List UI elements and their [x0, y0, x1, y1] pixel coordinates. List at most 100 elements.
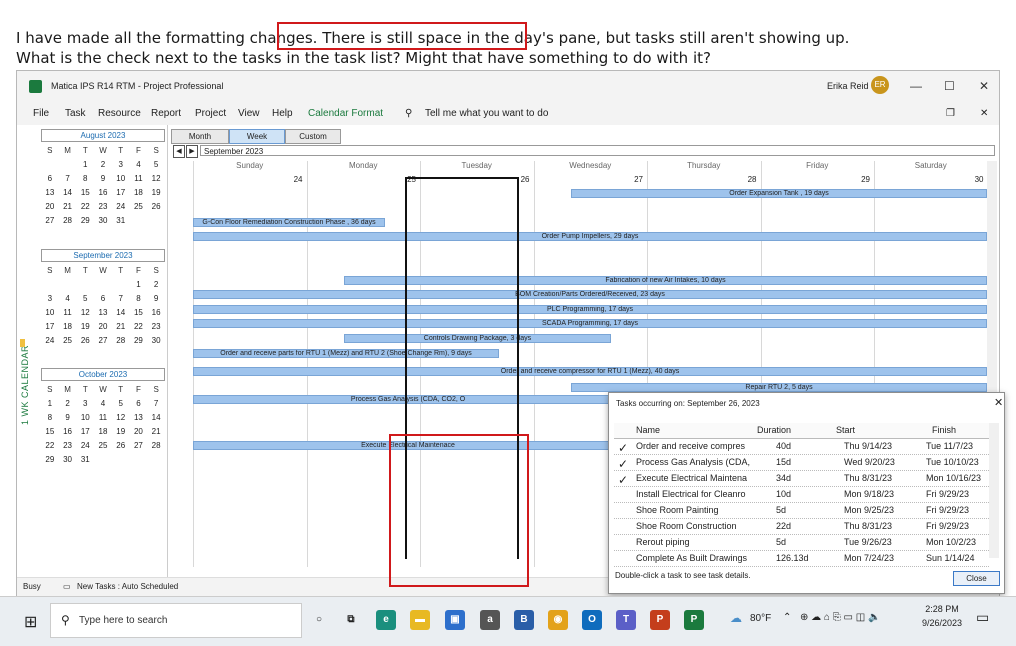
- calendar-day[interactable]: 23: [147, 321, 165, 332]
- calendar-day[interactable]: 10: [112, 173, 130, 184]
- close-button[interactable]: Close: [953, 571, 1000, 586]
- day-number[interactable]: 27: [534, 175, 643, 184]
- teams-icon[interactable]: T: [616, 610, 636, 630]
- calendar-day[interactable]: 18: [94, 426, 112, 437]
- menu-help[interactable]: Help: [272, 108, 293, 119]
- calendar-day[interactable]: 26: [112, 440, 130, 451]
- calendar-day[interactable]: 28: [59, 215, 77, 226]
- calendar-day[interactable]: 15: [76, 187, 94, 198]
- calendar-day[interactable]: 12: [76, 307, 94, 318]
- calendar-day[interactable]: 6: [94, 293, 112, 304]
- header-duration[interactable]: Duration: [757, 425, 791, 435]
- calendar-day[interactable]: 26: [76, 335, 94, 346]
- menu-resource[interactable]: Resource: [98, 108, 141, 119]
- calendar-day[interactable]: 13: [130, 412, 148, 423]
- calendar-day[interactable]: 8: [41, 412, 59, 423]
- avatar[interactable]: ER: [871, 76, 889, 94]
- calendar-day[interactable]: 12: [147, 173, 165, 184]
- table-row[interactable]: Install Electrical for Cleanro 10d Mon 9/1…: [614, 487, 989, 503]
- header-start[interactable]: Start: [836, 425, 855, 435]
- calendar-day[interactable]: 4: [130, 159, 148, 170]
- calendar-day[interactable]: 6: [130, 398, 148, 409]
- calendar-day[interactable]: 6: [41, 173, 59, 184]
- table-row[interactable]: ✓ Execute Electrical Maintena 34d Thu 8/31/…: [614, 471, 989, 487]
- calendar-day[interactable]: 24: [76, 440, 94, 451]
- calendar-day[interactable]: 10: [41, 307, 59, 318]
- maximize-icon[interactable]: ☐: [944, 79, 955, 93]
- calendar-day[interactable]: 17: [41, 321, 59, 332]
- calendar-day[interactable]: 2: [59, 398, 77, 409]
- calendar-day[interactable]: 14: [59, 187, 77, 198]
- task-view-icon[interactable]: ⧉: [341, 610, 361, 630]
- project-taskbar-icon[interactable]: P: [684, 610, 704, 630]
- restore-ribbon-icon[interactable]: ❐: [946, 108, 955, 119]
- calendar-day[interactable]: 30: [94, 215, 112, 226]
- table-row[interactable]: Complete As Built Drawings 126.13d Mon 7/2…: [614, 551, 989, 567]
- calendar-day[interactable]: 13: [94, 307, 112, 318]
- outlook-icon[interactable]: O: [582, 610, 602, 630]
- calendar-day[interactable]: 25: [59, 335, 77, 346]
- calendar-day[interactable]: 5: [112, 398, 130, 409]
- task-bar[interactable]: Order Pump Impellers, 29 days: [193, 232, 987, 241]
- calendar-day[interactable]: 11: [94, 412, 112, 423]
- calendar-day[interactable]: 4: [94, 398, 112, 409]
- calendar-day[interactable]: 24: [41, 335, 59, 346]
- calendar-day[interactable]: 21: [112, 321, 130, 332]
- amazon-icon[interactable]: a: [480, 610, 500, 630]
- menu-report[interactable]: Report: [151, 108, 181, 119]
- calendar-day[interactable]: 16: [94, 187, 112, 198]
- table-row[interactable]: Rerout piping 5d Tue 9/26/23 Mon 10/2/23: [614, 535, 989, 551]
- clock-time[interactable]: 2:28 PM: [922, 604, 962, 614]
- table-row[interactable]: ✓ Order and receive compres 40d Thu 9/14/23…: [614, 439, 989, 455]
- calendar-day[interactable]: 18: [130, 187, 148, 198]
- calendar-day[interactable]: 17: [76, 426, 94, 437]
- tab-month[interactable]: Month: [171, 129, 229, 144]
- calendar-day[interactable]: 28: [147, 440, 165, 451]
- calendar-day[interactable]: 1: [41, 398, 59, 409]
- calendar-day[interactable]: 20: [94, 321, 112, 332]
- chevron-up-icon[interactable]: ⌃: [783, 612, 791, 623]
- task-bar[interactable]: Fabrication of new Air Intakes, 10 days: [344, 276, 987, 285]
- calendar-day[interactable]: 22: [76, 201, 94, 212]
- calendar-day[interactable]: 8: [130, 293, 148, 304]
- calendar-day[interactable]: 27: [41, 215, 59, 226]
- cortana-icon[interactable]: ○: [309, 610, 329, 630]
- calendar-day[interactable]: 12: [112, 412, 130, 423]
- calendar-day[interactable]: 23: [59, 440, 77, 451]
- lightbulb-search-icon[interactable]: ⚲: [405, 108, 412, 119]
- calendar-day[interactable]: 2: [94, 159, 112, 170]
- calendar-day[interactable]: 3: [41, 293, 59, 304]
- table-row[interactable]: Shoe Room Construction 22d Thu 8/31/23 Fri …: [614, 519, 989, 535]
- day-number[interactable]: 29: [761, 175, 870, 184]
- calendar-day[interactable]: 15: [130, 307, 148, 318]
- calendar-day[interactable]: 14: [112, 307, 130, 318]
- bookings-icon[interactable]: B: [514, 610, 534, 630]
- day-number[interactable]: 24: [193, 175, 303, 184]
- calendar-day[interactable]: 19: [147, 187, 165, 198]
- calendar-day[interactable]: 7: [59, 173, 77, 184]
- tab-week[interactable]: Week: [229, 129, 285, 144]
- calendar-day[interactable]: 4: [59, 293, 77, 304]
- month-title[interactable]: September 2023: [41, 249, 165, 262]
- calendar-day[interactable]: 22: [130, 321, 148, 332]
- calendar-day[interactable]: 16: [147, 307, 165, 318]
- calendar-day[interactable]: 14: [147, 412, 165, 423]
- calendar-day[interactable]: 29: [130, 335, 148, 346]
- calendar-day[interactable]: 31: [76, 454, 94, 465]
- calendar-day[interactable]: 24: [112, 201, 130, 212]
- calendar-day[interactable]: 9: [94, 173, 112, 184]
- task-bar[interactable]: Repair RTU 2, 5 days: [571, 383, 987, 392]
- calendar-day[interactable]: 11: [130, 173, 148, 184]
- calendar-day[interactable]: 3: [76, 398, 94, 409]
- calendar-day[interactable]: 21: [59, 201, 77, 212]
- calendar-day[interactable]: 18: [59, 321, 77, 332]
- tell-me-box[interactable]: Tell me what you want to do: [425, 108, 548, 119]
- store-icon[interactable]: ▣: [445, 610, 465, 630]
- calendar-day[interactable]: 5: [76, 293, 94, 304]
- calendar-day[interactable]: 11: [59, 307, 77, 318]
- windows-start-icon[interactable]: ⊞: [24, 612, 37, 632]
- calendar-day[interactable]: 31: [112, 215, 130, 226]
- table-row[interactable]: Shoe Room Painting 5d Mon 9/25/23 Fri 9/29/…: [614, 503, 989, 519]
- calendar-day[interactable]: 2: [147, 279, 165, 290]
- tab-custom[interactable]: Custom: [285, 129, 341, 144]
